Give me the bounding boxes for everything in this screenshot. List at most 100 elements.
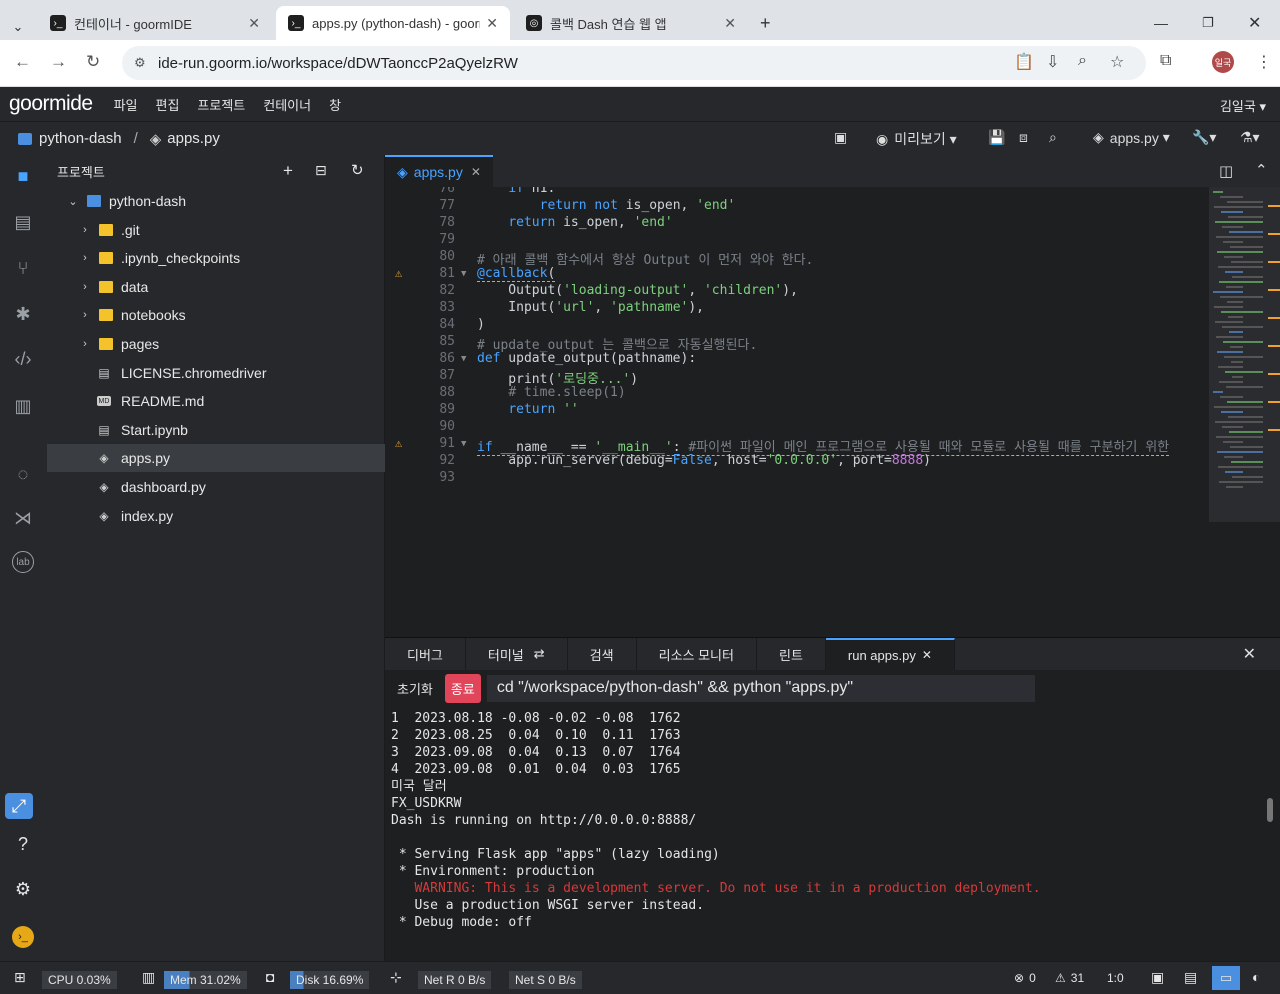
close-icon[interactable]: ✕ [486, 15, 498, 32]
maximize-button[interactable]: ❐ [1202, 6, 1222, 40]
lab-icon[interactable]: lab [12, 551, 34, 573]
back-icon[interactable]: ← [14, 52, 31, 72]
menu-file[interactable]: 파일 [114, 95, 138, 114]
layout-icon[interactable]: ▣ [1151, 969, 1164, 986]
code-line[interactable]: app.run_server(debug=False, host='0.0.0.… [477, 453, 931, 468]
settings-gear-icon[interactable]: ⚙ [12, 878, 34, 900]
save-icon[interactable]: 💾 [988, 129, 1005, 146]
fold-toggle-icon[interactable]: ▼ [461, 269, 466, 279]
menu-project[interactable]: 프로젝트 [197, 95, 245, 114]
tab-search-button[interactable]: ⌄ [8, 10, 28, 44]
cpu-meter[interactable]: CPU 0.03% [42, 971, 117, 989]
chevron-up-icon[interactable]: ⌃ [1255, 161, 1268, 179]
library-icon[interactable]: ▥ [12, 395, 34, 417]
tab-search[interactable]: 검색 [568, 638, 637, 670]
code-icon[interactable]: ‹/› [12, 348, 34, 370]
fold-toggle-icon[interactable]: ▼ [461, 439, 466, 449]
extensions-icon[interactable]: ⧉ [1160, 52, 1171, 70]
preview-button[interactable]: ◉ 미리보기 ▾ [876, 129, 957, 149]
menu-edit[interactable]: 편집 [155, 95, 179, 114]
zoom-icon[interactable]: ⌕ [1078, 52, 1087, 70]
save-all-icon[interactable]: ⧈ [1019, 129, 1028, 146]
close-icon[interactable]: ✕ [922, 648, 932, 662]
code-line[interactable]: if n1: [477, 187, 555, 196]
code-line[interactable]: # time.sleep(1) [477, 385, 625, 400]
minimize-button[interactable]: — [1154, 6, 1174, 40]
tree-folder-data[interactable]: › data [47, 273, 385, 301]
tab-debug[interactable]: 디버그 [385, 638, 466, 670]
flask-icon[interactable]: ⚗▾ [1240, 129, 1260, 146]
net-send[interactable]: Net S 0 B/s [509, 971, 582, 989]
forward-icon[interactable]: → [50, 52, 67, 72]
code-area[interactable]: 76 if n1: 77 return not is_open, 'end' 78 … [385, 187, 1210, 637]
help-icon[interactable]: ? [12, 833, 34, 855]
close-icon[interactable]: ✕ [248, 15, 260, 32]
code-line[interactable]: def update_output(pathname): [477, 351, 696, 366]
tab-resource-monitor[interactable]: 리소스 모니터 [637, 638, 757, 670]
tree-root-folder[interactable]: ⌄ python-dash [47, 187, 385, 215]
chat-icon[interactable]: ▤ [1184, 969, 1197, 986]
error-count[interactable]: ⊗ 0 [1014, 971, 1036, 985]
tree-file-start-ipynb[interactable]: ▤ Start.ipynb [47, 416, 385, 444]
tree-file-index-py[interactable]: ◈ index.py [47, 502, 385, 530]
breadcrumb-project[interactable]: python-dash [39, 130, 122, 147]
jupyter-icon[interactable]: ◌ [12, 463, 34, 485]
clipboard-icon[interactable]: 📋 [1014, 52, 1034, 72]
tree-folder-git[interactable]: › .git [47, 216, 385, 244]
split-view-icon[interactable]: ◫ [1219, 162, 1233, 180]
warning-icon[interactable]: ⚠ [395, 436, 402, 450]
run-target-select[interactable]: ◈ apps.py ▾ [1093, 129, 1170, 146]
close-icon[interactable]: ✕ [724, 15, 736, 32]
reset-button[interactable]: 초기화 [397, 679, 433, 698]
fullscreen-icon[interactable]: ⤢ [5, 793, 33, 819]
code-line[interactable]: Input('url', 'pathname'), [477, 300, 704, 315]
terminal-scrollbar[interactable] [1267, 798, 1273, 822]
code-line[interactable]: return not is_open, 'end' [477, 198, 736, 213]
code-line[interactable]: ) [477, 317, 485, 332]
cursor-position[interactable]: 1:0 [1107, 971, 1124, 985]
terminal-toggle-icon[interactable]: ▭ [1212, 966, 1240, 990]
memory-meter[interactable]: Mem 31.02% [164, 971, 247, 989]
build-icon[interactable]: ▣ [834, 129, 847, 146]
editor-icon[interactable]: ▤ [12, 211, 34, 233]
minimap[interactable] [1209, 187, 1280, 522]
reload-icon[interactable]: ↻ [86, 52, 100, 72]
user-menu[interactable]: 김일국 ▾ [1220, 96, 1266, 115]
browser-tab-2[interactable]: ›_ apps.py (python-dash) - goorm ✕ [276, 6, 510, 40]
breadcrumb-file[interactable]: apps.py [167, 130, 220, 147]
terminal-output[interactable]: 1 2023.08.18 -0.08 -0.02 -0.08 1762 2 202… [385, 710, 1265, 931]
profile-avatar[interactable]: 일국 [1212, 51, 1234, 73]
debug-bug-icon[interactable]: ✱ [12, 303, 34, 325]
new-tab-button[interactable]: + [752, 6, 782, 40]
vscode-icon[interactable]: ⋊ [12, 507, 34, 529]
tab-terminal[interactable]: 터미널 ⇄ [466, 638, 568, 670]
url-bar[interactable]: ⚙ ide-run.goorm.io/workspace/dDWTaonccP2… [122, 46, 1146, 80]
more-menu-icon[interactable]: ⋮ [1256, 52, 1272, 72]
net-receive[interactable]: Net R 0 B/s [418, 971, 492, 989]
code-line[interactable]: return '' [477, 402, 578, 417]
stop-button[interactable]: 종료 [444, 673, 481, 703]
code-line[interactable]: Output('loading-output', 'children'), [477, 283, 798, 298]
code-line[interactable]: return is_open, 'end' [477, 215, 672, 230]
warning-icon[interactable]: ⚠ [395, 266, 402, 280]
menu-window[interactable]: 창 [329, 95, 341, 114]
site-info-icon[interactable]: ⚙ [134, 55, 146, 71]
bookmark-star-icon[interactable]: ☆ [1110, 52, 1124, 72]
project-explorer-icon[interactable]: ■ [12, 165, 34, 187]
browser-tab-1[interactable]: ›_ 컨테이너 - goormIDE ✕ [38, 6, 272, 40]
warning-count[interactable]: ⚠ 31 [1055, 971, 1084, 985]
disk-meter[interactable]: Disk 16.69% [290, 971, 370, 989]
tree-file-apps-py[interactable]: ◈ apps.py [47, 444, 385, 472]
search-icon[interactable]: ⌕ [1049, 129, 1057, 146]
tree-file-readme[interactable]: MD README.md [47, 387, 385, 415]
code-line[interactable]: @callback( [477, 266, 556, 282]
add-icon[interactable]: + [283, 161, 293, 181]
window-close-button[interactable]: ✕ [1248, 6, 1268, 40]
tree-folder-notebooks[interactable]: › notebooks [47, 301, 385, 329]
browser-tab-3[interactable]: ◎ 콜백 Dash 연습 웹 앱 ✕ [514, 6, 748, 40]
run-command-field[interactable]: cd "/workspace/python-dash" && python "a… [486, 674, 1035, 702]
tab-run-apps-py[interactable]: run apps.py ✕ [825, 638, 955, 670]
git-icon[interactable]: ⑂ [12, 257, 34, 279]
panel-close-icon[interactable]: ✕ [1243, 644, 1256, 664]
wrench-icon[interactable]: 🔧▾ [1192, 129, 1216, 146]
